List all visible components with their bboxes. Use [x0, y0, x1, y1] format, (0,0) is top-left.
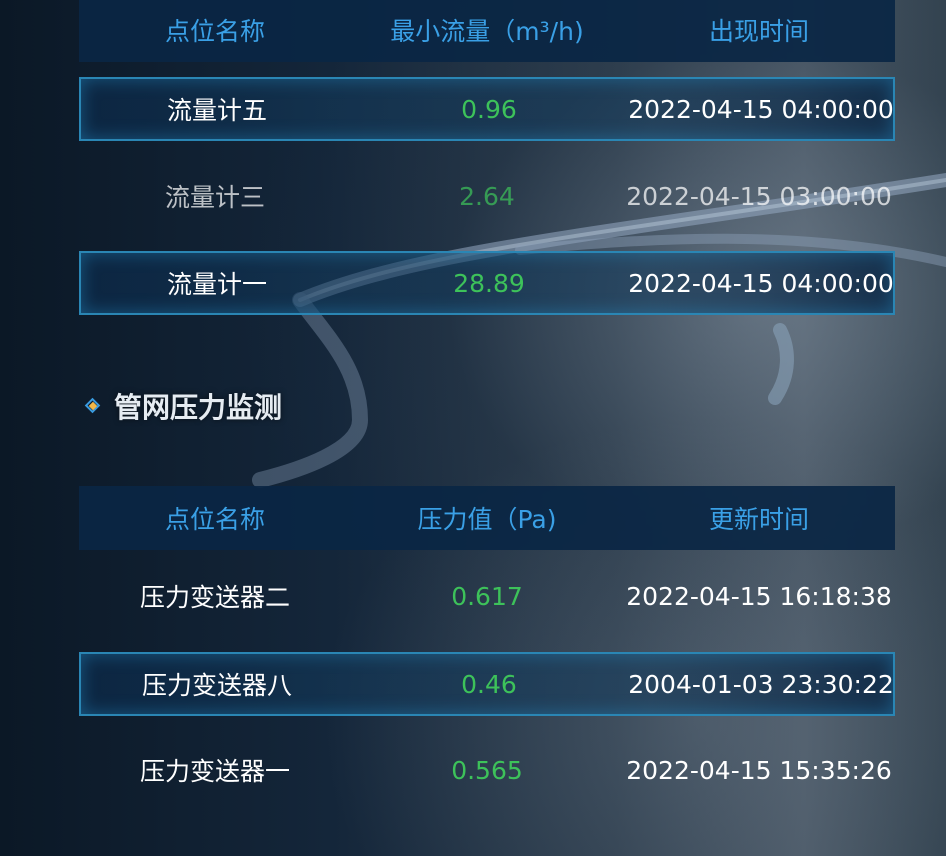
column-header-min-flow: 最小流量（m³/h)	[390, 17, 584, 46]
row-flow-value: 2.64	[459, 181, 515, 211]
row-time: 2022-04-15 04:00:00	[628, 268, 894, 298]
column-header-pressure-value: 压力值（Pa)	[417, 505, 557, 534]
row-point-name: 压力变送器一	[139, 757, 290, 786]
row-time: 2022-04-15 03:00:00	[626, 181, 892, 211]
row-time: 2004-01-03 23:30:22	[628, 669, 894, 699]
table-row[interactable]: 流量计五 0.96 2022-04-15 04:00:00	[79, 77, 895, 141]
section-title-text: 管网压力监测	[114, 391, 283, 424]
row-pressure-value: 0.617	[451, 581, 523, 611]
flow-table-header: 点位名称 最小流量（m³/h) 出现时间	[79, 0, 895, 62]
table-row[interactable]: 压力变送器二 0.617 2022-04-15 16:18:38	[79, 564, 895, 628]
column-header-occurrence-time: 出现时间	[708, 17, 809, 46]
row-flow-value: 28.89	[453, 268, 525, 298]
row-point-name: 流量计三	[164, 183, 265, 212]
table-row[interactable]: 流量计一 28.89 2022-04-15 04:00:00	[79, 251, 895, 315]
row-pressure-value: 0.46	[461, 669, 517, 699]
row-point-name: 流量计一	[166, 270, 267, 299]
row-time: 2022-04-15 04:00:00	[628, 94, 894, 124]
table-row[interactable]: 压力变送器一 0.565 2022-04-15 15:35:26	[79, 738, 895, 802]
column-header-point-name: 点位名称	[164, 505, 265, 534]
table-row[interactable]: 压力变送器八 0.46 2004-01-03 23:30:22	[79, 652, 895, 716]
row-point-name: 压力变送器二	[139, 583, 290, 612]
row-time: 2022-04-15 16:18:38	[626, 581, 892, 611]
pressure-section-title: 管网压力监测	[84, 386, 282, 426]
row-point-name: 流量计五	[166, 96, 267, 125]
row-pressure-value: 0.565	[451, 755, 523, 785]
row-time: 2022-04-15 15:35:26	[626, 755, 892, 785]
row-point-name: 压力变送器八	[141, 671, 292, 700]
monitor-panel: 点位名称 最小流量（m³/h) 出现时间 流量计五 0.96 2022-04-1…	[0, 0, 946, 856]
diamond-icon	[84, 397, 102, 415]
column-header-point-name: 点位名称	[164, 17, 265, 46]
column-header-update-time: 更新时间	[708, 505, 809, 534]
row-flow-value: 0.96	[461, 94, 517, 124]
pressure-table-header: 点位名称 压力值（Pa) 更新时间	[79, 486, 895, 550]
table-row[interactable]: 流量计三 2.64 2022-04-15 03:00:00	[79, 164, 895, 228]
